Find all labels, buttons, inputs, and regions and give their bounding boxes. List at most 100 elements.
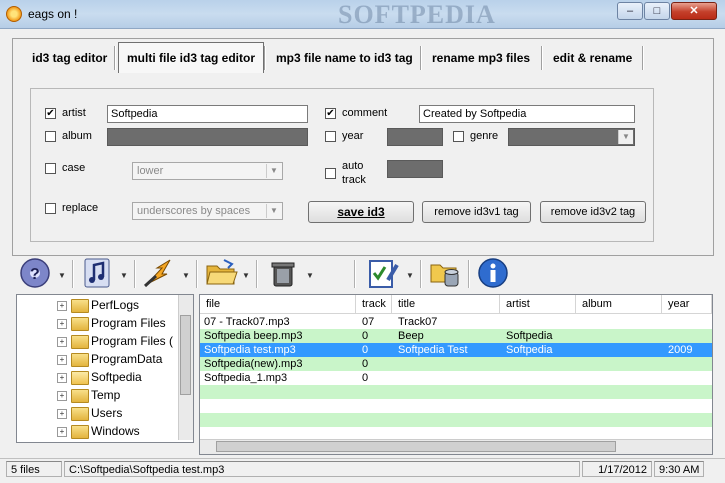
case-select[interactable]: lower ▼ bbox=[132, 162, 283, 180]
column-header-file[interactable]: file bbox=[200, 295, 356, 313]
cell-album bbox=[578, 357, 662, 371]
autotrack-checkbox[interactable] bbox=[325, 168, 336, 179]
table-row[interactable]: Softpedia beep.mp3 0 Beep Softpedia bbox=[200, 329, 712, 343]
cell-album bbox=[578, 343, 662, 357]
maximize-button[interactable]: □ bbox=[644, 2, 670, 20]
expand-icon[interactable]: + bbox=[57, 355, 67, 365]
table-row[interactable]: Softpedia_1.mp3 0 bbox=[200, 371, 712, 385]
tab-separator bbox=[541, 46, 543, 70]
chevron-down-icon[interactable]: ▼ bbox=[618, 130, 633, 144]
scrollbar-thumb[interactable] bbox=[180, 315, 191, 395]
expand-icon[interactable]: + bbox=[57, 301, 67, 311]
info-icon[interactable] bbox=[476, 256, 510, 290]
cell-title: Softpedia Test bbox=[398, 344, 468, 356]
empty-row bbox=[200, 413, 712, 427]
cell-file: Softpedia test.mp3 bbox=[204, 344, 296, 356]
expand-icon[interactable]: + bbox=[57, 337, 67, 347]
expand-icon[interactable]: + bbox=[57, 391, 67, 401]
help-disc-icon[interactable]: ? bbox=[18, 256, 52, 290]
current-path: C:\Softpedia\Softpedia test.mp3 bbox=[64, 461, 580, 477]
cell-year: 2009 bbox=[668, 344, 693, 356]
edit-checklist-icon[interactable] bbox=[366, 256, 400, 290]
lightning-dropdown-arrow[interactable]: ▼ bbox=[182, 271, 190, 280]
trash-dropdown-arrow[interactable]: ▼ bbox=[306, 271, 314, 280]
tree-item-label: Users bbox=[91, 406, 123, 420]
year-checkbox[interactable] bbox=[325, 131, 336, 142]
music-note-icon[interactable] bbox=[80, 256, 114, 290]
genre-select[interactable]: ▼ bbox=[508, 128, 635, 146]
table-row[interactable]: Softpedia(new).mp3 0 bbox=[200, 357, 712, 371]
album-field[interactable] bbox=[107, 128, 308, 146]
artist-field[interactable]: Softpedia bbox=[107, 105, 308, 123]
cell-artist bbox=[502, 371, 576, 385]
tree-item-label: ProgramData bbox=[91, 352, 163, 366]
softpedia-watermark: SOFTPEDIA bbox=[338, 0, 496, 29]
column-header-track[interactable]: track bbox=[356, 295, 392, 313]
folder-icon bbox=[71, 389, 89, 403]
autotrack-label-line2: track bbox=[342, 174, 366, 186]
cell-year bbox=[664, 315, 712, 329]
folder-icon bbox=[71, 317, 89, 331]
column-header-title[interactable]: title bbox=[392, 295, 500, 313]
album-checkbox[interactable] bbox=[45, 131, 56, 142]
tab-rename-mp3-files[interactable]: rename mp3 files bbox=[424, 44, 538, 72]
column-header-artist[interactable]: artist bbox=[500, 295, 576, 313]
tab-id3-tag-editor[interactable]: id3 tag editor bbox=[24, 44, 115, 72]
minimize-button[interactable]: – bbox=[617, 2, 643, 20]
title-bar: eags on ! SOFTPEDIA – □ ✕ bbox=[0, 0, 725, 29]
folder-database-icon[interactable] bbox=[428, 256, 462, 290]
expand-icon[interactable]: + bbox=[57, 373, 67, 383]
open-folder-icon[interactable] bbox=[204, 256, 238, 290]
tab-edit-and-rename[interactable]: edit & rename bbox=[545, 44, 640, 72]
cell-file: 07 - Track07.mp3 bbox=[204, 316, 290, 328]
expand-icon[interactable]: + bbox=[57, 319, 67, 329]
tree-item-label: Program Files ( bbox=[91, 334, 174, 348]
folder-icon bbox=[71, 353, 89, 367]
replace-select[interactable]: underscores by spaces ▼ bbox=[132, 202, 283, 220]
comment-checkbox[interactable]: ✔ bbox=[325, 108, 336, 119]
edit-dropdown-arrow[interactable]: ▼ bbox=[406, 271, 414, 280]
trash-bin-icon[interactable] bbox=[266, 256, 300, 290]
tab-mp3-file-name-to-id3-tag[interactable]: mp3 file name to id3 tag bbox=[268, 44, 421, 72]
tab-separator bbox=[264, 46, 266, 70]
close-button[interactable]: ✕ bbox=[671, 2, 717, 20]
genre-checkbox[interactable] bbox=[453, 131, 464, 142]
file-list[interactable]: file track title artist album year 07 - … bbox=[199, 294, 713, 455]
year-field[interactable] bbox=[387, 128, 443, 146]
expand-icon[interactable]: + bbox=[57, 427, 67, 437]
save-id3-button[interactable]: save id3 bbox=[308, 201, 414, 223]
tab-multi-file-id3-tag-editor[interactable]: multi file id3 tag editor bbox=[118, 42, 265, 73]
replace-select-value: underscores by spaces bbox=[137, 205, 251, 217]
autotrack-field[interactable] bbox=[387, 160, 443, 178]
help-dropdown-arrow[interactable]: ▼ bbox=[58, 271, 66, 280]
tree-vertical-scrollbar[interactable] bbox=[178, 295, 193, 440]
cell-album bbox=[578, 371, 662, 385]
tab-separator bbox=[114, 46, 116, 70]
lightning-icon[interactable] bbox=[142, 256, 176, 290]
folder-dropdown-arrow[interactable]: ▼ bbox=[242, 271, 250, 280]
folder-tree[interactable]: + PerfLogs + Program Files + Program Fil… bbox=[16, 294, 194, 443]
album-label: album bbox=[62, 130, 92, 142]
column-header-year[interactable]: year bbox=[662, 295, 712, 313]
tree-item-label: Softpedia bbox=[91, 370, 142, 384]
remove-id3v1-button[interactable]: remove id3v1 tag bbox=[422, 201, 531, 223]
column-header-album[interactable]: album bbox=[576, 295, 662, 313]
scrollbar-thumb[interactable] bbox=[216, 441, 616, 452]
expand-icon[interactable]: + bbox=[57, 409, 67, 419]
replace-checkbox[interactable] bbox=[45, 203, 56, 214]
music-dropdown-arrow[interactable]: ▼ bbox=[120, 271, 128, 280]
replace-label: replace bbox=[62, 202, 99, 214]
file-list-horizontal-scrollbar[interactable] bbox=[200, 439, 712, 454]
file-count: 5 files bbox=[6, 461, 62, 477]
app-icon[interactable] bbox=[6, 6, 22, 22]
table-row[interactable]: 07 - Track07.mp3 07 Track07 bbox=[200, 315, 712, 329]
chevron-down-icon[interactable]: ▼ bbox=[266, 164, 281, 178]
toolbar-separator bbox=[420, 260, 422, 288]
cell-artist bbox=[502, 357, 576, 371]
remove-id3v2-button[interactable]: remove id3v2 tag bbox=[540, 201, 646, 223]
chevron-down-icon[interactable]: ▼ bbox=[266, 204, 281, 218]
table-row-selected[interactable]: Softpedia test.mp3 0 Softpedia Test Soft… bbox=[200, 343, 712, 357]
comment-field[interactable]: Created by Softpedia bbox=[419, 105, 635, 123]
artist-checkbox[interactable]: ✔ bbox=[45, 108, 56, 119]
case-checkbox[interactable] bbox=[45, 163, 56, 174]
